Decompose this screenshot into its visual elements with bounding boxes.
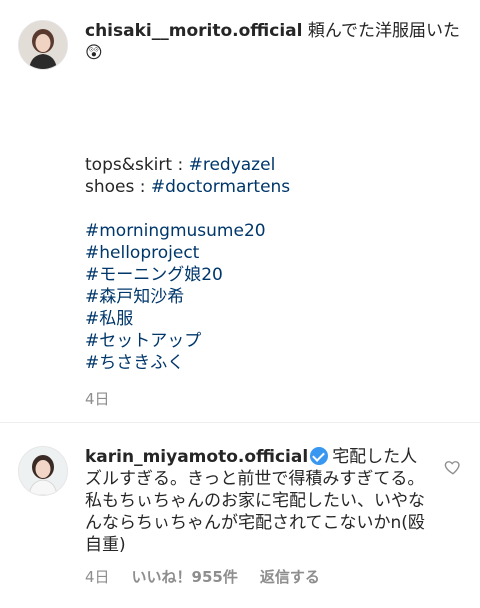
caption-text: 頼んでた洋服届いた	[302, 21, 461, 41]
caption-line: #morningmusume20	[85, 220, 464, 242]
hashtag-link[interactable]: #helloproject	[85, 243, 199, 263]
comment-body: karin_miyamoto.official 宅配した人ズルすぎる。きっと前世で…	[85, 446, 434, 556]
caption-emoji: 😲	[85, 43, 103, 63]
caption-body: tops&skirt : #redyazel shoes : #doctorma…	[85, 154, 464, 374]
caption-line: #セットアップ	[85, 330, 464, 352]
hashtag-link[interactable]: #morningmusume20	[85, 221, 266, 241]
heart-outline-icon[interactable]	[444, 458, 462, 476]
caption-line	[85, 198, 464, 220]
avatar-karin[interactable]	[18, 446, 68, 496]
avatar-image	[19, 21, 67, 69]
caption-line: #モーニング娘20	[85, 264, 464, 286]
avatar-image	[19, 447, 67, 495]
post-caption: chisaki__morito.official 頼んでた洋服届いた 😲 tops…	[0, 0, 480, 422]
comment-username-link[interactable]: karin_miyamoto.official	[85, 447, 308, 467]
reply-button[interactable]: 返信する	[260, 566, 320, 587]
section-divider	[0, 422, 480, 423]
caption-username-link[interactable]: chisaki__morito.official	[85, 21, 302, 41]
hashtag-link[interactable]: #doctormartens	[151, 177, 290, 197]
caption-line: #helloproject	[85, 242, 464, 264]
hashtag-link[interactable]: #私服	[85, 309, 133, 329]
hashtag-link[interactable]: #森戸知沙希	[85, 287, 184, 307]
comment-likes-link[interactable]: いいね！955件	[132, 566, 238, 587]
caption-line-prefix: shoes :	[85, 177, 151, 197]
caption-line: #ちさきふく	[85, 352, 464, 374]
caption-line: shoes : #doctormartens	[85, 176, 464, 198]
hashtag-link[interactable]: #セットアップ	[85, 331, 201, 351]
comment-meta: 4日 いいね！955件 返信する	[85, 566, 320, 587]
hashtag-link[interactable]: #ちさきふく	[85, 353, 184, 373]
caption-line-prefix: tops&skirt :	[85, 155, 189, 175]
avatar-chisaki[interactable]	[18, 20, 68, 70]
comment-timestamp: 4日	[85, 568, 110, 586]
caption-timestamp: 4日	[85, 390, 110, 408]
hashtag-link[interactable]: #redyazel	[189, 155, 276, 175]
caption-title-text: chisaki__morito.official 頼んでた洋服届いた 😲	[85, 20, 464, 64]
verified-badge-icon	[310, 447, 329, 465]
caption-line: #私服	[85, 308, 464, 330]
caption-line: tops&skirt : #redyazel	[85, 154, 464, 176]
caption-line: #森戸知沙希	[85, 286, 464, 308]
hashtag-link[interactable]: #モーニング娘20	[85, 265, 223, 285]
